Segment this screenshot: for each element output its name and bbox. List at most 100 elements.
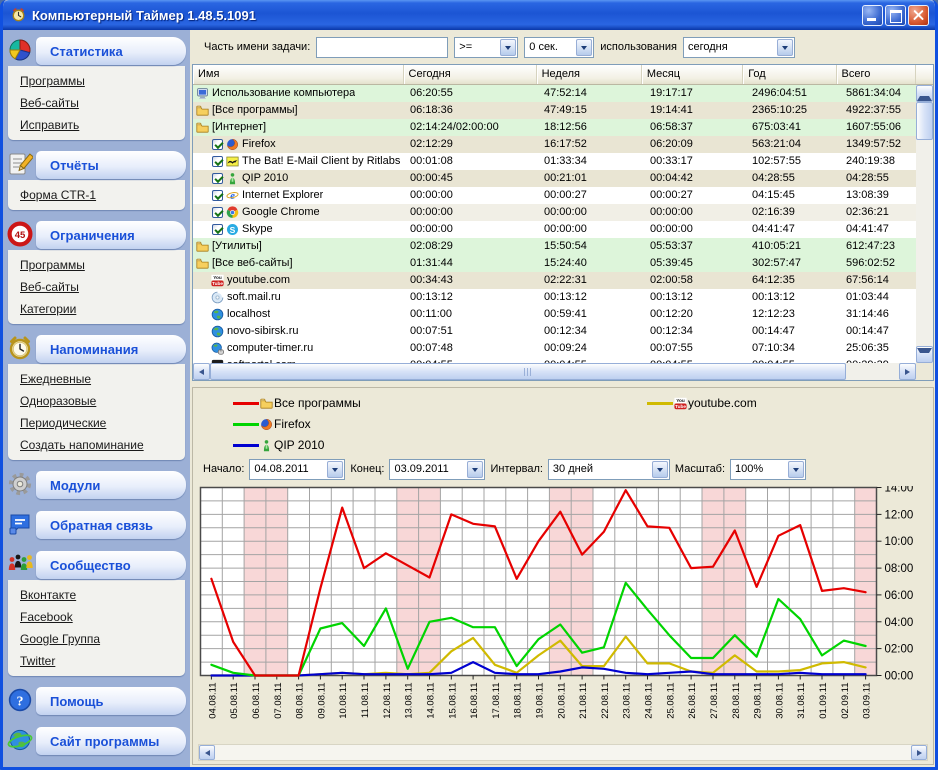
cell-value: 19:17:17 — [645, 85, 747, 102]
cell-value: 00:12:20 — [645, 306, 747, 323]
start-date-select[interactable]: 04.08.2011 — [249, 459, 345, 480]
svg-text:12.08.11: 12.08.11 — [382, 683, 393, 719]
column-header[interactable]: Неделя — [537, 65, 642, 84]
scroll-down-button[interactable] — [916, 346, 933, 363]
sidebar-link[interactable]: Ежедневные — [20, 368, 185, 390]
table-row[interactable]: YouTubeyoutube.com00:34:4302:22:3102:00:… — [193, 272, 933, 289]
sidebar-link[interactable]: Программы — [20, 70, 185, 92]
row-checkbox[interactable] — [212, 190, 223, 201]
sidebar-link[interactable]: Категории — [20, 298, 185, 320]
table-row[interactable]: [Утилиты]02:08:2915:50:5405:53:37410:05:… — [193, 238, 933, 255]
chevron-down-icon[interactable] — [777, 39, 793, 56]
sidebar-link[interactable]: Форма CTR-1 — [20, 184, 185, 206]
sidebar-section-title: Обратная связь — [50, 518, 153, 533]
sidebar-link[interactable]: Периодические — [20, 412, 185, 434]
title-bar[interactable]: Компьютерный Таймер 1.48.5.1091 — [3, 0, 935, 30]
table-vscrollbar[interactable] — [916, 85, 933, 363]
chevron-down-icon[interactable] — [467, 461, 483, 478]
task-name-filter-input[interactable] — [316, 37, 448, 58]
minimize-button[interactable] — [862, 5, 883, 26]
scale-select[interactable]: 100% — [730, 459, 806, 480]
scroll-up-button[interactable] — [916, 85, 933, 102]
chevron-down-icon[interactable] — [576, 39, 592, 56]
globe-icon — [211, 325, 224, 338]
table-row[interactable]: The Bat! E-Mail Client by Ritlabs00:01:0… — [193, 153, 933, 170]
sidebar-section-header[interactable]: Сайт программы — [6, 726, 187, 756]
sidebar-link[interactable]: Twitter — [20, 650, 185, 672]
chevron-down-icon[interactable] — [500, 39, 516, 56]
table-row[interactable]: [Все веб-сайты]01:31:4415:24:4005:39:453… — [193, 255, 933, 272]
table-row[interactable]: QIP 201000:00:4500:21:0100:04:4204:28:55… — [193, 170, 933, 187]
sidebar-section: Сообщество ВконтактеFacebookGoogle Группа… — [6, 550, 187, 676]
folder-icon — [196, 240, 209, 253]
cell-name: soft.mail.ru — [193, 289, 405, 306]
sidebar-section-header[interactable]: 45Ограничения — [6, 220, 187, 250]
sidebar-section-header[interactable]: Сообщество — [6, 550, 187, 580]
sidebar-section-header[interactable]: Статистика — [6, 36, 187, 66]
chevron-down-icon[interactable] — [327, 461, 343, 478]
interval-select[interactable]: 30 дней — [548, 459, 670, 480]
column-header[interactable]: Год — [743, 65, 836, 84]
threshold-select[interactable]: 0 сек. — [524, 37, 594, 58]
cell-value: 04:28:55 — [747, 170, 841, 187]
table-row[interactable]: novo-sibirsk.ru00:07:5100:12:3400:12:340… — [193, 323, 933, 340]
chevron-down-icon[interactable] — [788, 461, 804, 478]
sidebar-link[interactable]: Программы — [20, 254, 185, 276]
row-checkbox[interactable] — [212, 173, 223, 184]
sidebar-section-header[interactable]: ?Помощь — [6, 686, 187, 716]
column-header[interactable]: Всего — [837, 65, 916, 84]
cell-value: 2365:10:25 — [747, 102, 841, 119]
hscroll-thumb[interactable] — [210, 363, 846, 380]
sidebar-link[interactable]: Одноразовые — [20, 390, 185, 412]
close-button[interactable] — [908, 5, 929, 26]
sidebar-link[interactable]: Google Группа — [20, 628, 185, 650]
cell-value: 67:56:14 — [841, 272, 921, 289]
vscroll-thumb[interactable] — [916, 102, 933, 140]
chart-panel: Все программыFirefoxQIP 2010YouTubeyoutu… — [192, 387, 934, 765]
cell-value: 00:13:12 — [645, 289, 747, 306]
scroll-right-button[interactable] — [911, 745, 927, 760]
scroll-right-button[interactable] — [899, 363, 916, 380]
table-row[interactable]: Firefox02:12:2916:17:5206:20:09563:21:04… — [193, 136, 933, 153]
sidebar-link[interactable]: Создать напоминание — [20, 434, 185, 456]
period-select[interactable]: сегодня — [683, 37, 795, 58]
sidebar-link[interactable]: Веб-сайты — [20, 92, 185, 114]
sidebar-section-pill: Сайт программы — [36, 727, 186, 755]
table-row[interactable]: SSkype00:00:0000:00:0000:00:0004:41:4704… — [193, 221, 933, 238]
sidebar-link[interactable]: Исправить — [20, 114, 185, 136]
table-row[interactable]: [Все программы]06:18:3647:49:1519:14:412… — [193, 102, 933, 119]
chart-hscrollbar[interactable] — [198, 744, 928, 761]
column-header[interactable]: Месяц — [642, 65, 743, 84]
table-row[interactable]: Google Chrome00:00:0000:00:0000:00:0002:… — [193, 204, 933, 221]
sidebar-section-pill: Отчёты — [36, 151, 186, 179]
table-hscrollbar[interactable] — [193, 363, 916, 380]
sidebar-section-header[interactable]: Отчёты — [6, 150, 187, 180]
column-header[interactable]: Сегодня — [404, 65, 537, 84]
sidebar-section-title: Отчёты — [50, 158, 99, 173]
table-row[interactable]: localhost00:11:0000:59:4100:12:2012:12:2… — [193, 306, 933, 323]
table-row[interactable]: Использование компьютера06:20:5547:52:14… — [193, 85, 933, 102]
end-date-select[interactable]: 03.09.2011 — [389, 459, 485, 480]
sidebar-section-header[interactable]: Обратная связь — [6, 510, 187, 540]
chevron-down-icon[interactable] — [652, 461, 668, 478]
comparison-select[interactable]: >= — [454, 37, 518, 58]
scroll-left-button[interactable] — [199, 745, 215, 760]
sidebar-section-header[interactable]: Напоминания — [6, 334, 187, 364]
row-checkbox[interactable] — [212, 139, 223, 150]
sidebar-link[interactable]: Facebook — [20, 606, 185, 628]
sidebar-link[interactable]: Веб-сайты — [20, 276, 185, 298]
sidebar-link[interactable]: Вконтакте — [20, 584, 185, 606]
row-checkbox[interactable] — [212, 207, 223, 218]
row-checkbox[interactable] — [212, 224, 223, 235]
sidebar-section-header[interactable]: Модули — [6, 470, 187, 500]
ie-icon: e — [226, 189, 239, 202]
row-checkbox[interactable] — [212, 156, 223, 167]
table-row[interactable]: computer-timer.ru00:07:4800:09:2400:07:5… — [193, 340, 933, 357]
table-row[interactable]: eInternet Explorer00:00:0000:00:2700:00:… — [193, 187, 933, 204]
column-header[interactable]: Имя — [193, 65, 404, 84]
maximize-button[interactable] — [885, 5, 906, 26]
legend-item: YouTubeyoutube.com — [647, 396, 757, 410]
table-row[interactable]: [Интернет]02:14:24/02:00:0018:12:5606:58… — [193, 119, 933, 136]
table-row[interactable]: soft.mail.ru00:13:1200:13:1200:13:1200:1… — [193, 289, 933, 306]
scroll-left-button[interactable] — [193, 363, 210, 380]
